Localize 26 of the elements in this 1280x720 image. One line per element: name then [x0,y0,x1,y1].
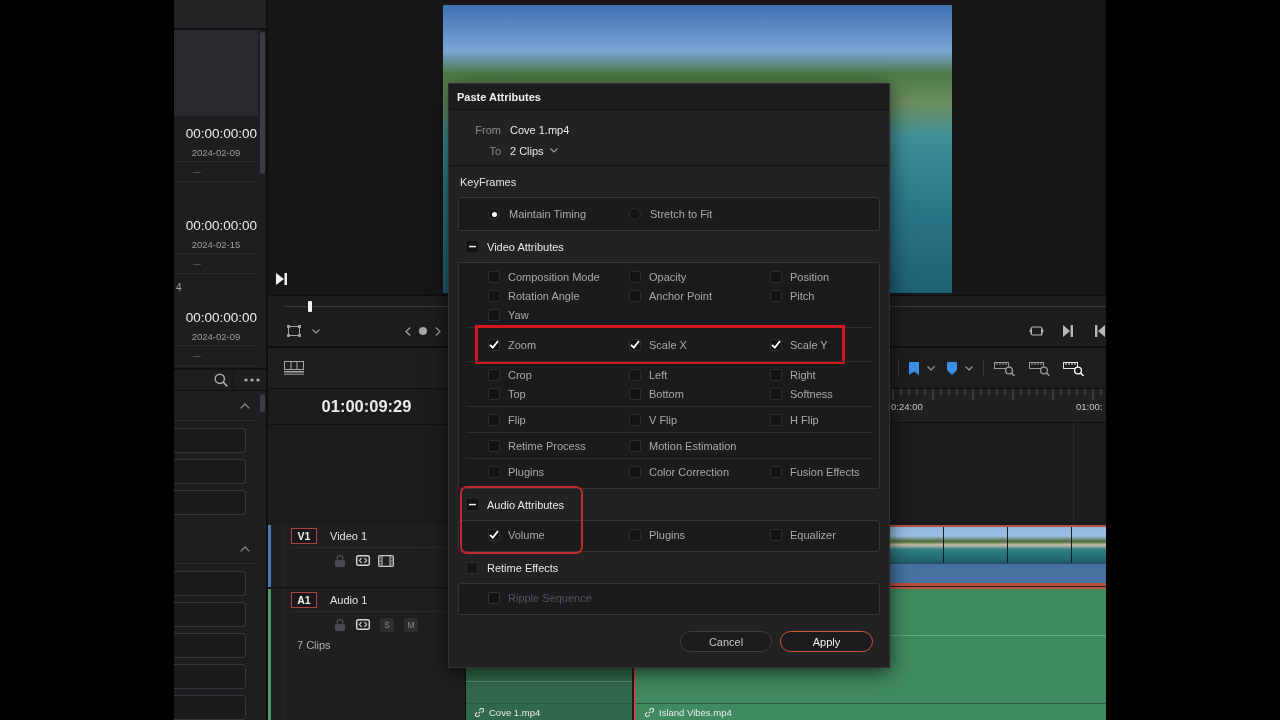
field-label: From [475,123,501,136]
field-label: To [489,144,501,157]
clip-count: 7 Clips [297,639,331,651]
clip-name: Cove 1.mp4 [489,706,541,718]
clip-timecode: 00:00:00:00 [185,217,257,233]
clip-timecode: 00:00:00:00 [185,309,257,325]
ruler-label: 01:00: [1076,401,1103,412]
source-clip-name: Cove 1.mp4 [510,123,570,136]
timecode: 01:00:09:29 [321,397,412,416]
clip-date: 2024-02-09 [191,331,241,342]
clip-note: --- [193,351,201,360]
section-title: Retime Effects [487,561,559,574]
track-name: Video 1 [330,530,368,542]
section-title: KeyFrames [460,175,517,188]
clip-timecode: 00:00:00:00 [185,125,257,141]
track-name: Audio 1 [330,594,368,606]
clip-date: 2024-02-09 [191,147,241,158]
clip-label: 4 [176,281,182,293]
dialog-title: Paste Attributes [457,90,541,103]
clip-name: Island Vibes.mp4 [659,706,732,718]
section-title: Video Attributes [487,240,564,253]
ruler-label: 0:24:00 [891,401,923,412]
clip-date: 2024-02-15 [191,239,241,250]
section-title: Audio Attributes [487,498,565,511]
clip-note: --- [193,259,201,268]
clip-note: --- [193,167,201,176]
